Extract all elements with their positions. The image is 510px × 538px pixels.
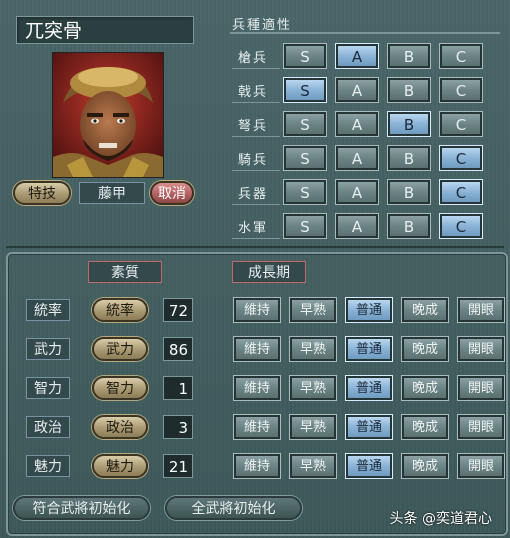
stat-value[interactable]: 1 bbox=[163, 376, 193, 400]
growth-option-button[interactable]: 早熟 bbox=[290, 337, 336, 361]
tech-button[interactable]: 特技 bbox=[13, 181, 71, 205]
stat-button[interactable]: 魅力 bbox=[92, 454, 148, 478]
aptitude-grade-button[interactable]: S bbox=[284, 180, 326, 204]
growth-option-button[interactable]: 晚成 bbox=[402, 454, 448, 478]
growth-option-button[interactable]: 維持 bbox=[234, 376, 280, 400]
aptitude-grade-button[interactable]: A bbox=[336, 180, 378, 204]
aptitude-grade-button[interactable]: A bbox=[336, 146, 378, 170]
stat-value[interactable]: 72 bbox=[163, 298, 193, 322]
aptitude-grade-button[interactable]: S bbox=[284, 44, 326, 68]
aptitude-row-label: 兵器 bbox=[238, 187, 269, 202]
general-name: 兀突骨 bbox=[16, 16, 194, 44]
reset-matching-button[interactable]: 符合武將初始化 bbox=[13, 496, 150, 520]
aptitude-grade-button[interactable]: B bbox=[388, 214, 430, 238]
stat-button[interactable]: 智力 bbox=[92, 376, 148, 400]
aptitude-grade-button[interactable]: B bbox=[388, 78, 430, 102]
growth-option-button[interactable]: 早熟 bbox=[290, 415, 336, 439]
tech-value: 藤甲 bbox=[79, 182, 145, 204]
aptitude-grade-button[interactable]: C bbox=[440, 112, 482, 136]
reset-all-button[interactable]: 全武將初始化 bbox=[165, 496, 302, 520]
growth-option-button[interactable]: 普通 bbox=[346, 454, 392, 478]
growth-option-button[interactable]: 維持 bbox=[234, 298, 280, 322]
aptitude-grade-button[interactable]: A bbox=[336, 112, 378, 136]
stat-label: 智力 bbox=[26, 377, 70, 399]
portrait-image bbox=[53, 53, 163, 177]
aptitude-grade-button[interactable]: S bbox=[284, 146, 326, 170]
growth-option-button[interactable]: 開眼 bbox=[458, 337, 504, 361]
growth-option-button[interactable]: 普通 bbox=[346, 298, 392, 322]
aptitude-grade-button[interactable]: A bbox=[336, 214, 378, 238]
stat-value[interactable]: 86 bbox=[163, 337, 193, 361]
stat-label: 魅力 bbox=[26, 455, 70, 477]
aptitude-row-underline bbox=[232, 204, 280, 205]
aptitude-row-label: 槍兵 bbox=[238, 51, 269, 66]
growth-option-button[interactable]: 早熟 bbox=[290, 376, 336, 400]
growth-option-button[interactable]: 晚成 bbox=[402, 337, 448, 361]
growth-option-button[interactable]: 普通 bbox=[346, 337, 392, 361]
growth-option-button[interactable]: 開眼 bbox=[458, 415, 504, 439]
growth-option-button[interactable]: 早熟 bbox=[290, 298, 336, 322]
aptitude-row-underline bbox=[232, 170, 280, 171]
stat-button[interactable]: 政治 bbox=[92, 415, 148, 439]
aptitude-grade-button[interactable]: S bbox=[284, 78, 326, 102]
aptitude-divider bbox=[230, 32, 500, 34]
quality-header: 素質 bbox=[88, 261, 162, 283]
aptitude-row-label: 水軍 bbox=[238, 221, 269, 236]
general-portrait bbox=[52, 52, 164, 178]
aptitude-grade-button[interactable]: B bbox=[388, 146, 430, 170]
aptitude-grade-button[interactable]: C bbox=[440, 78, 482, 102]
stat-label: 武力 bbox=[26, 338, 70, 360]
aptitude-grade-button[interactable]: A bbox=[336, 44, 378, 68]
growth-option-button[interactable]: 晚成 bbox=[402, 298, 448, 322]
aptitude-row-underline bbox=[232, 136, 280, 137]
growth-option-button[interactable]: 維持 bbox=[234, 337, 280, 361]
aptitude-grade-button[interactable]: A bbox=[336, 78, 378, 102]
growth-option-button[interactable]: 維持 bbox=[234, 415, 280, 439]
growth-option-button[interactable]: 開眼 bbox=[458, 376, 504, 400]
aptitude-grade-button[interactable]: S bbox=[284, 112, 326, 136]
aptitude-grade-button[interactable]: C bbox=[440, 214, 482, 238]
growth-option-button[interactable]: 維持 bbox=[234, 454, 280, 478]
growth-option-button[interactable]: 開眼 bbox=[458, 454, 504, 478]
growth-option-button[interactable]: 開眼 bbox=[458, 298, 504, 322]
stat-label: 政治 bbox=[26, 416, 70, 438]
growth-option-button[interactable]: 早熟 bbox=[290, 454, 336, 478]
aptitude-grade-button[interactable]: B bbox=[388, 44, 430, 68]
aptitude-row-underline bbox=[232, 102, 280, 103]
growth-option-button[interactable]: 普通 bbox=[346, 376, 392, 400]
growth-option-button[interactable]: 晚成 bbox=[402, 376, 448, 400]
growth-option-button[interactable]: 晚成 bbox=[402, 415, 448, 439]
aptitude-grade-button[interactable]: C bbox=[440, 146, 482, 170]
aptitude-row-label: 弩兵 bbox=[238, 119, 269, 134]
cancel-button[interactable]: 取消 bbox=[150, 181, 194, 205]
aptitude-row-underline bbox=[232, 68, 280, 69]
aptitude-grade-button[interactable]: C bbox=[440, 44, 482, 68]
aptitude-grade-button[interactable]: S bbox=[284, 214, 326, 238]
stat-button[interactable]: 統率 bbox=[92, 298, 148, 322]
aptitude-row-underline bbox=[232, 238, 280, 239]
stat-value[interactable]: 3 bbox=[163, 415, 193, 439]
aptitude-row-label: 戟兵 bbox=[238, 85, 269, 100]
growth-option-button[interactable]: 普通 bbox=[346, 415, 392, 439]
aptitude-grade-button[interactable]: B bbox=[388, 112, 430, 136]
aptitude-row-label: 騎兵 bbox=[238, 153, 269, 168]
stat-value[interactable]: 21 bbox=[163, 454, 193, 478]
stat-button[interactable]: 武力 bbox=[92, 337, 148, 361]
watermark: 头条 @奕道君心 bbox=[389, 511, 492, 527]
growth-header: 成長期 bbox=[232, 261, 306, 283]
aptitude-title: 兵種適性 bbox=[232, 18, 293, 33]
aptitude-grade-button[interactable]: B bbox=[388, 180, 430, 204]
aptitude-grade-button[interactable]: C bbox=[440, 180, 482, 204]
stat-label: 統率 bbox=[26, 299, 70, 321]
